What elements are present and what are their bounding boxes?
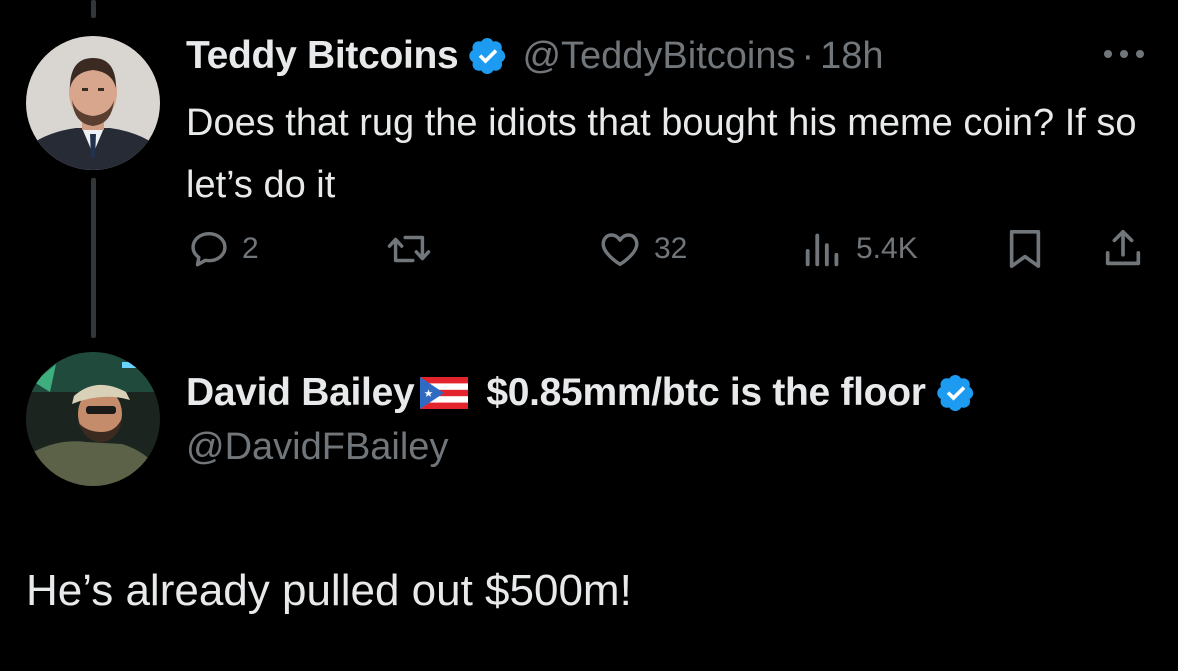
thread-line-top	[91, 0, 96, 18]
author-name[interactable]: Teddy Bitcoins	[186, 34, 459, 78]
reply-icon	[191, 231, 227, 267]
views-chart-icon	[805, 233, 839, 267]
tweet-timestamp[interactable]: 18h	[820, 35, 883, 78]
reply-count: 2	[242, 232, 259, 265]
reply-button[interactable]: 2	[186, 226, 259, 272]
share-button[interactable]	[1100, 226, 1146, 272]
like-count: 32	[654, 232, 688, 265]
reply-author-name-suffix[interactable]: $0.85mm/btc is the floor	[486, 371, 926, 415]
reply-text: He’s already pulled out $500m!	[26, 566, 632, 615]
puerto-rico-flag-icon	[420, 377, 469, 409]
tweet-action-bar: 2 32 5.4K	[0, 226, 1178, 276]
share-icon	[1105, 229, 1141, 266]
more-horizontal-icon[interactable]	[1100, 44, 1148, 64]
bookmark-icon	[1009, 230, 1041, 268]
reply-author-name[interactable]: David Bailey	[186, 371, 415, 415]
author-handle[interactable]: @TeddyBitcoins	[522, 35, 795, 78]
retweet-button[interactable]	[384, 226, 444, 272]
like-button[interactable]: 32	[596, 226, 687, 272]
view-count: 5.4K	[856, 232, 918, 265]
heart-icon	[601, 233, 639, 267]
reply-author-header: David Bailey $0.85mm/btc is the floor	[186, 366, 990, 420]
verified-badge-icon	[936, 373, 976, 413]
separator-dot: ·	[801, 34, 815, 77]
tweet-text: Does that rug the idiots that bought his…	[186, 102, 1137, 206]
reply-author-handle[interactable]: @DavidFBailey	[186, 426, 448, 469]
verified-badge-icon	[468, 36, 508, 76]
retweet-icon	[387, 235, 431, 263]
bookmark-button[interactable]	[1004, 226, 1046, 272]
avatar-teddy[interactable]	[26, 36, 160, 170]
tweet-header: Teddy Bitcoins @TeddyBitcoins · 18h	[186, 30, 884, 82]
views-button[interactable]: 5.4K	[800, 226, 918, 272]
avatar-david[interactable]	[26, 352, 160, 486]
